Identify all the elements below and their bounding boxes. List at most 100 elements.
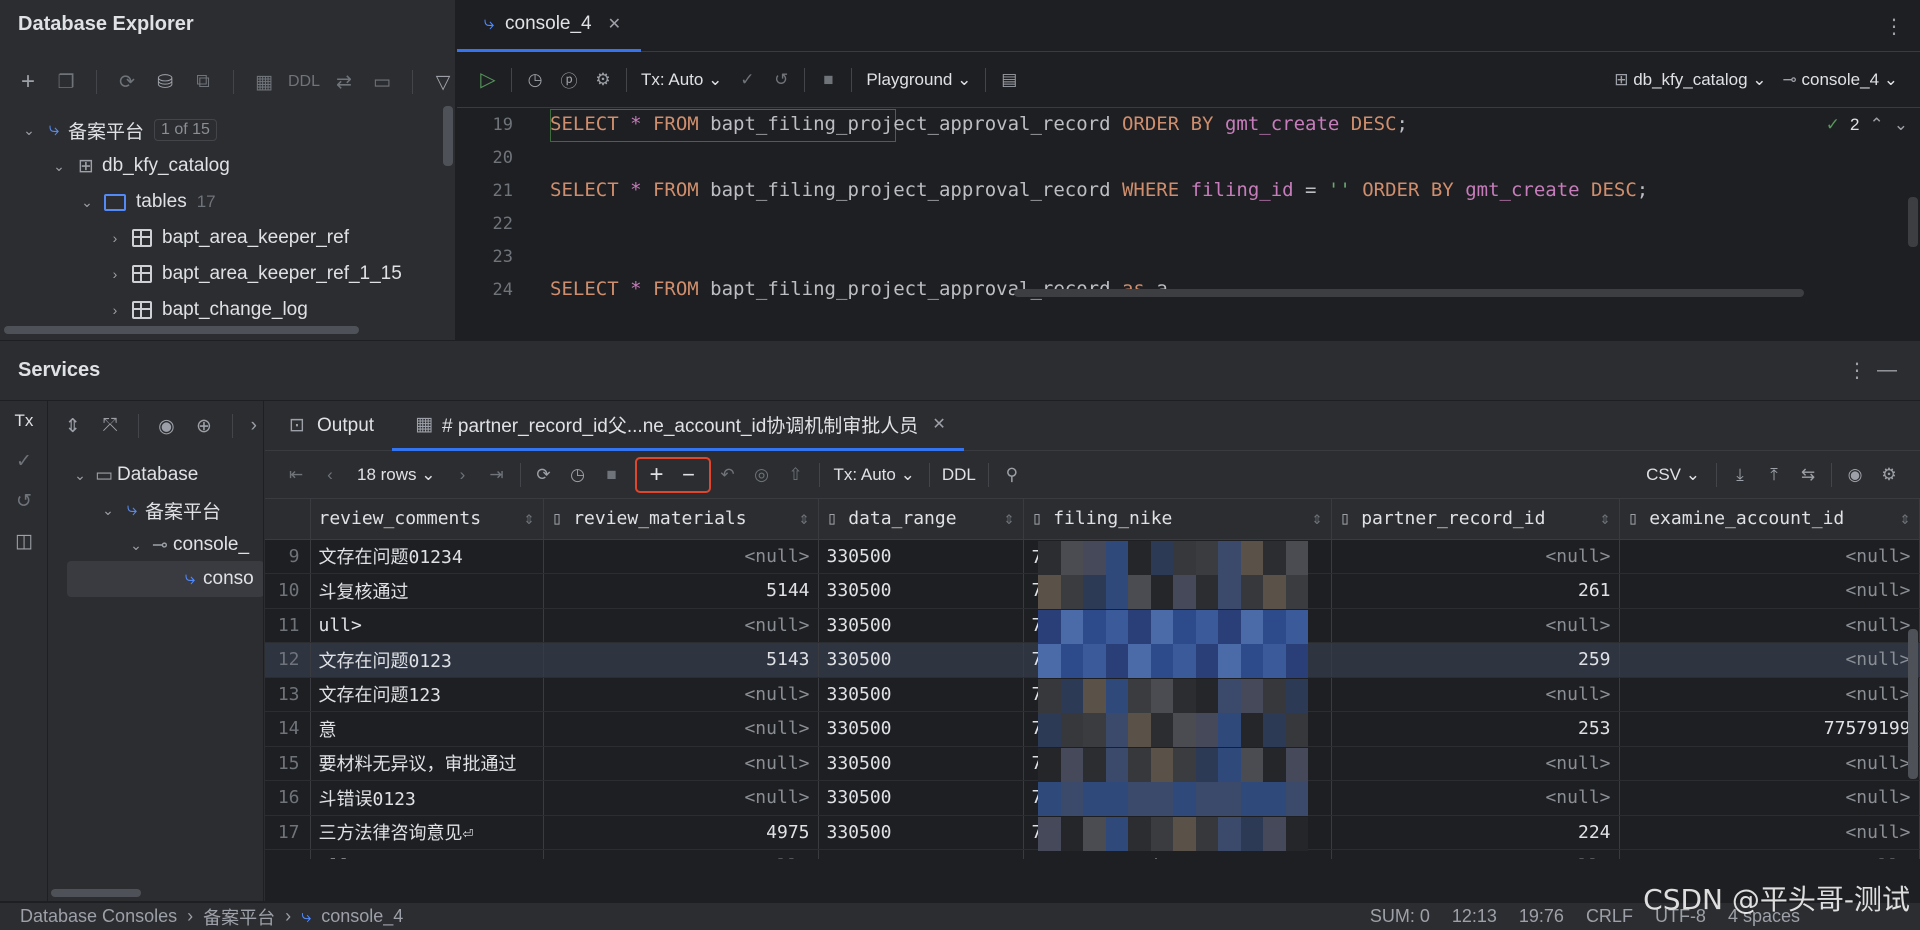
stop-icon[interactable]: ■ bbox=[811, 70, 845, 90]
tree-item-table[interactable]: › bapt_area_keeper_ref bbox=[104, 220, 349, 256]
column-header[interactable]: ▯ filing_nike ⇕ bbox=[1023, 499, 1332, 540]
upload-icon[interactable]: ⤒ bbox=[1757, 465, 1791, 485]
eye-icon[interactable]: ◉ bbox=[1838, 465, 1872, 485]
cursor-position[interactable]: 19:76 bbox=[1519, 906, 1564, 927]
table-cell[interactable]: <null> bbox=[543, 539, 819, 574]
chevron-right-icon[interactable]: › bbox=[104, 230, 126, 246]
tab-console[interactable]: ⤷ console_4 ✕ bbox=[457, 0, 642, 52]
table-cell[interactable]: <null> bbox=[1331, 677, 1620, 712]
sort-icon[interactable]: ⇕ bbox=[1004, 508, 1015, 529]
table-cell[interactable]: 斗复核通过 bbox=[310, 573, 544, 609]
code-area[interactable]: 19 SELECT * FROM bapt_filing_project_appr… bbox=[457, 109, 1920, 304]
history-icon[interactable]: ◷ bbox=[518, 70, 552, 90]
table-cell[interactable]: <null> bbox=[1619, 642, 1920, 678]
revert-icon[interactable]: ↶ bbox=[711, 465, 745, 485]
column-header[interactable]: review_comments ⇕ bbox=[310, 499, 544, 540]
export-format-select[interactable]: CSV ⌄ bbox=[1636, 465, 1710, 485]
table-cell[interactable]: <null> bbox=[1619, 608, 1920, 643]
sort-icon[interactable]: ⇕ bbox=[1900, 508, 1911, 529]
refresh-icon[interactable]: ⟳ bbox=[113, 71, 141, 94]
new-service-icon[interactable]: ⊕ bbox=[188, 415, 219, 438]
code-line[interactable]: SELECT * FROM bapt_filing_project_approv… bbox=[550, 113, 1408, 135]
chevron-up-icon[interactable]: ⌃ bbox=[1870, 115, 1884, 135]
column-header[interactable]: ▯ examine_account_id ⇕ bbox=[1619, 499, 1920, 540]
table-cell[interactable]: <null> bbox=[1331, 608, 1620, 643]
column-header[interactable]: ▯ data_range ⇕ bbox=[818, 499, 1024, 540]
table-cell[interactable]: <null> bbox=[1619, 815, 1920, 850]
table-cell[interactable]: <null> bbox=[1331, 539, 1620, 574]
table-cell[interactable]: 文存在问题01234 bbox=[310, 539, 544, 574]
filter-icon[interactable]: ▽ bbox=[429, 71, 457, 94]
table-cell[interactable]: <null> bbox=[1331, 746, 1620, 781]
table-cell[interactable]: 330500 bbox=[818, 573, 1024, 609]
more-options-icon[interactable]: ⋮ bbox=[1884, 14, 1904, 39]
table-cell[interactable]: <null> bbox=[1619, 746, 1920, 781]
table-cell[interactable]: 文存在问题0123 bbox=[310, 642, 544, 678]
chevron-down-icon[interactable]: ⌄ bbox=[125, 537, 147, 554]
breadcrumb-item[interactable]: console_4 bbox=[321, 906, 403, 927]
tab-result[interactable]: ▦ # partner_record_id父...ne_account_id协调… bbox=[392, 401, 964, 451]
minimize-icon[interactable]: — bbox=[1872, 359, 1902, 382]
table-cell[interactable]: 261 bbox=[1331, 573, 1620, 609]
playground-select[interactable]: Playground ⌄ bbox=[858, 70, 979, 90]
stop-icon[interactable]: ■ bbox=[595, 465, 629, 485]
tx-mode-select[interactable]: Tx: Auto ⌄ bbox=[826, 465, 923, 485]
collapse-all-icon[interactable]: ⤧ bbox=[94, 415, 125, 437]
table-editor-icon[interactable]: ▦ bbox=[250, 71, 278, 94]
chevron-down-icon[interactable]: ⌄ bbox=[1894, 115, 1908, 135]
vertical-scrollbar[interactable] bbox=[443, 106, 453, 166]
commit-icon[interactable]: ✓ bbox=[730, 70, 764, 90]
table-cell[interactable]: <null> bbox=[543, 711, 819, 747]
ddl-button[interactable]: DDL bbox=[288, 73, 320, 91]
add-icon[interactable]: + bbox=[14, 68, 42, 96]
table-cell[interactable]: 330500 bbox=[818, 677, 1024, 712]
table-cell[interactable]: 文存在问题123 bbox=[310, 677, 544, 712]
rows-select[interactable]: 18 rows ⌄ bbox=[347, 465, 446, 485]
vertical-scrollbar[interactable] bbox=[1908, 197, 1918, 247]
console-icon[interactable]: ▭ bbox=[368, 71, 396, 94]
table-cell[interactable]: 三方法律咨询意见⏎ bbox=[310, 815, 544, 850]
more-options-icon[interactable]: ⋮ bbox=[1842, 358, 1872, 383]
session-select[interactable]: ⊸ console_4 ⌄ bbox=[1775, 70, 1906, 90]
sort-icon[interactable]: ⇕ bbox=[1600, 508, 1611, 529]
table-cell[interactable]: <null> bbox=[1331, 780, 1620, 816]
table-cell[interactable]: 330500 bbox=[818, 746, 1024, 781]
rollback-icon[interactable]: ↺ bbox=[0, 481, 48, 521]
tree-item-console[interactable]: ⌄ ⊸ console_ bbox=[125, 527, 249, 563]
first-page-icon[interactable]: ⇤ bbox=[279, 465, 313, 485]
tree-item-datasource[interactable]: ⌄ ⤷ 备案平台 bbox=[97, 492, 221, 528]
vertical-scrollbar[interactable] bbox=[1908, 629, 1918, 779]
explain-plan-icon[interactable]: ⓟ bbox=[552, 67, 586, 92]
tree-item-table[interactable]: › bapt_change_log bbox=[104, 292, 308, 328]
eye-icon[interactable]: ◉ bbox=[151, 415, 182, 438]
table-cell[interactable]: 意 bbox=[310, 711, 544, 747]
tree-item-database[interactable]: ⌄ ▭ Database bbox=[69, 457, 198, 493]
download-icon[interactable]: ⤓ bbox=[1723, 465, 1757, 485]
column-header[interactable]: ▯ review_materials ⇕ bbox=[543, 499, 819, 540]
tree-item-tables[interactable]: ⌄ tables 17 bbox=[76, 184, 216, 220]
execute-icon[interactable]: ▷ bbox=[471, 67, 505, 92]
table-cell[interactable]: <null> bbox=[1331, 849, 1620, 859]
table-cell[interactable]: <null> bbox=[543, 746, 819, 781]
refresh-icon[interactable]: ⟳ bbox=[527, 465, 561, 485]
tx-mode-select[interactable]: Tx: Auto ⌄ bbox=[633, 70, 730, 90]
compare-icon[interactable]: ⇆ bbox=[1791, 465, 1825, 485]
chevron-right-icon[interactable]: › bbox=[245, 415, 263, 437]
table-cell[interactable]: <null> bbox=[1619, 677, 1920, 712]
add-row-icon[interactable]: + bbox=[641, 461, 673, 489]
table-cell[interactable]: 330500 bbox=[818, 642, 1024, 678]
table-cell[interactable]: <null> bbox=[1619, 573, 1920, 609]
ddl-button[interactable]: DDL bbox=[936, 465, 982, 485]
chevron-down-icon[interactable]: ⌄ bbox=[69, 467, 91, 484]
table-cell[interactable]: 斗错误0123 bbox=[310, 780, 544, 816]
table-cell[interactable]: 330500 bbox=[818, 849, 1024, 859]
table-cell[interactable]: 4975 bbox=[543, 815, 819, 850]
sort-icon[interactable]: ⇕ bbox=[1312, 508, 1323, 529]
close-icon[interactable]: ✕ bbox=[608, 14, 621, 34]
horizontal-scrollbar[interactable] bbox=[4, 326, 359, 334]
settings-icon[interactable]: ⚙ bbox=[1872, 465, 1906, 485]
sort-icon[interactable]: ⇕ bbox=[799, 508, 810, 529]
horizontal-scrollbar[interactable] bbox=[51, 889, 141, 897]
delete-row-icon[interactable]: − bbox=[673, 462, 705, 488]
breadcrumb-item[interactable]: 备案平台 bbox=[203, 904, 275, 930]
